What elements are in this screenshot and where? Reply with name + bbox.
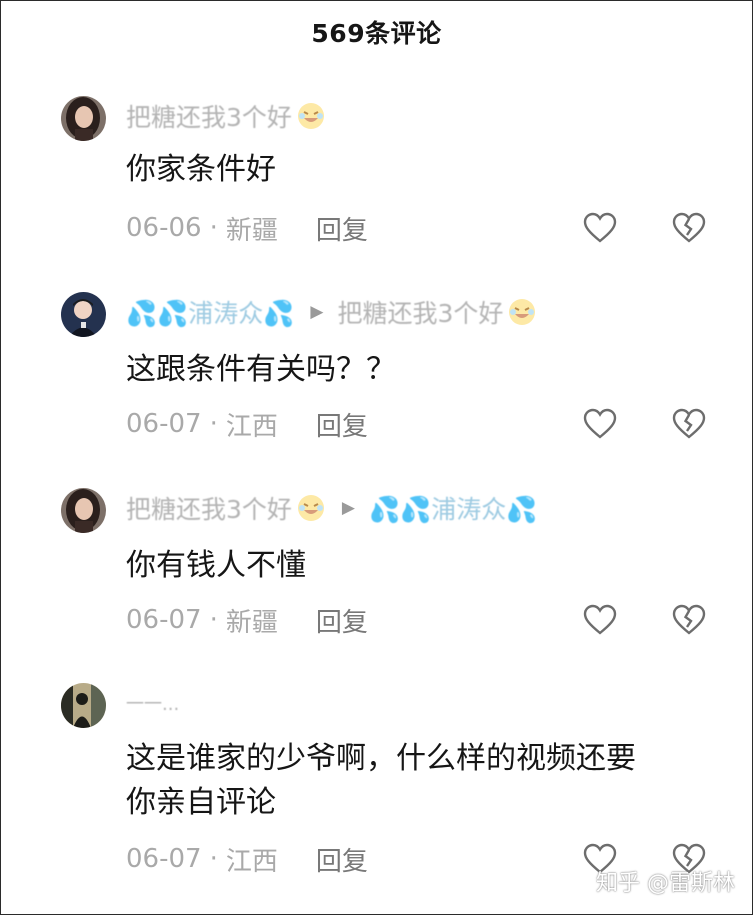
comment-text-line: 你亲自评论	[126, 785, 276, 820]
avatar[interactable]	[61, 96, 106, 141]
page-title: 569条评论	[311, 19, 442, 48]
heart-icon[interactable]	[583, 408, 617, 440]
comment-author[interactable]: 💦💦浦涛众💦	[126, 294, 294, 330]
comment-date: 06-06	[126, 213, 202, 243]
comment-meta: 06-07 · 江西 回复	[126, 406, 368, 442]
comment-meta: 06-07 · 新疆 回复	[126, 602, 368, 638]
comment-date: 06-07	[126, 605, 202, 635]
comment-location: 新疆	[225, 607, 278, 638]
comment-author[interactable]: 把糖还我3个好	[126, 490, 292, 526]
broken-heart-icon[interactable]	[672, 212, 706, 244]
comment-location: 新疆	[225, 215, 278, 246]
comment-meta: 06-06 · 新疆 回复	[126, 210, 368, 246]
comment-location: 江西	[225, 411, 278, 442]
laughing-emoji-icon	[296, 493, 326, 523]
reply-button[interactable]: 回复	[316, 841, 368, 878]
avatar[interactable]	[61, 683, 106, 728]
comment-text: 你家条件好	[126, 148, 276, 192]
avatar[interactable]	[61, 292, 106, 337]
meta-separator: ·	[209, 409, 218, 439]
reply-button[interactable]: 回复	[316, 602, 368, 639]
reply-button[interactable]: 回复	[316, 210, 368, 247]
heart-icon[interactable]	[583, 604, 617, 636]
comment-author-row: 💦💦浦涛众💦 ▶ 把糖还我3个好	[126, 295, 537, 329]
heart-icon[interactable]	[583, 212, 617, 244]
comment-author-row: 把糖还我3个好 ▶ 💦💦浦涛众💦	[126, 491, 537, 525]
laughing-emoji-icon	[507, 297, 537, 327]
avatar[interactable]	[61, 488, 106, 533]
broken-heart-icon[interactable]	[672, 408, 706, 440]
comment-text-line: 你家条件好	[126, 152, 276, 187]
comment-author[interactable]: 把糖还我3个好	[126, 98, 292, 134]
reply-button[interactable]: 回复	[316, 406, 368, 443]
comment-date: 06-07	[126, 844, 202, 874]
meta-separator: ·	[209, 844, 218, 874]
laughing-emoji-icon	[296, 101, 326, 131]
comment-text-line: 这是谁家的少爷啊，什么样的视频还要	[126, 741, 636, 776]
comment-author[interactable]: 一一...	[126, 690, 179, 716]
comment-text: 这跟条件有关吗？？	[126, 348, 396, 392]
comment-date: 06-07	[126, 409, 202, 439]
meta-separator: ·	[209, 605, 218, 635]
meta-separator: ·	[209, 213, 218, 243]
reply-to-author[interactable]: 把糖还我3个好	[337, 294, 503, 330]
comment-location: 江西	[225, 846, 278, 877]
comment-meta: 06-07 · 江西 回复	[126, 841, 368, 877]
comment-text-line: 这跟条件有关吗？？	[126, 352, 396, 387]
broken-heart-icon[interactable]	[672, 604, 706, 636]
comment-text-line: 你有钱人不懂	[126, 548, 306, 583]
reply-to-author[interactable]: 💦💦浦涛众💦	[369, 490, 537, 526]
watermark: 知乎 @雷斯林	[596, 871, 735, 896]
comment-text: 你有钱人不懂	[126, 544, 306, 588]
comment-author-row: 把糖还我3个好	[126, 99, 326, 133]
comment-text: 这是谁家的少爷啊，什么样的视频还要 你亲自评论	[126, 737, 636, 825]
comment-author-row: 一一...	[126, 686, 179, 720]
reply-arrow-icon: ▶	[310, 302, 324, 322]
reply-arrow-icon: ▶	[341, 498, 355, 518]
